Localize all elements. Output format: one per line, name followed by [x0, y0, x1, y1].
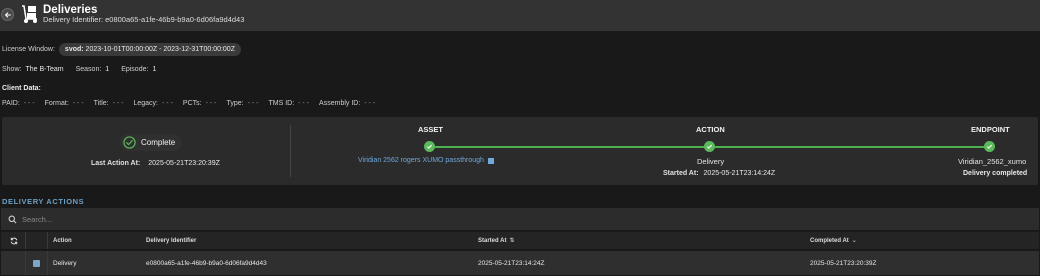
- column-divider: [25, 251, 26, 275]
- client-field-type: Type: - - -: [226, 100, 258, 107]
- client-field-label: Type:: [226, 100, 244, 107]
- sort-icon[interactable]: ⇅: [509, 237, 514, 244]
- season-value: 1: [105, 66, 110, 73]
- action-name: Delivery: [697, 157, 725, 166]
- column-header-action[interactable]: Action: [53, 232, 72, 249]
- endpoint-status: Delivery completed: [963, 170, 1028, 177]
- client-field-format: Format: - - -: [45, 100, 84, 107]
- search-icon: [8, 215, 17, 223]
- external-link-icon[interactable]: [487, 157, 494, 164]
- column-divider: [25, 232, 26, 249]
- client-field-label: Format:: [44, 100, 69, 107]
- column-header-completed-at-label: Completed At: [810, 237, 849, 244]
- asset-link-label: Viridian 2562 rogers XUMO passthrough: [358, 157, 484, 164]
- client-field-pcts: PCTs: - - -: [183, 100, 217, 107]
- license-window-row: License Window: svod: 2023-10-01T00:00:0…: [2, 42, 241, 56]
- client-field-label: Legacy:: [133, 100, 159, 107]
- refresh-button[interactable]: [10, 232, 18, 249]
- check-icon: [986, 144, 993, 149]
- table-row[interactable]: Delivery e0800a65-a1fe-46b9-b9a0-6d06fa9…: [1, 251, 1039, 275]
- column-divider: [47, 232, 48, 249]
- client-field-assembly-id: Assembly ID: - - -: [319, 100, 375, 107]
- client-field-value: - - -: [23, 100, 35, 107]
- row-delivery-identifier: e0800a65-a1fe-46b9-b9a0-6d06fa9d4d43: [146, 259, 267, 267]
- column-header-started-at-label: Started At: [478, 237, 507, 244]
- delivery-status-panel: Complete Last Action At: 2025-05-21T23:2…: [2, 117, 1038, 185]
- column-divider: [47, 251, 48, 275]
- client-field-title: Title: - - -: [94, 100, 124, 107]
- client-field-label: Title:: [93, 100, 109, 107]
- asset-link[interactable]: Viridian 2562 rogers XUMO passthrough: [358, 157, 494, 164]
- back-button[interactable]: [1, 8, 14, 21]
- app-header: Deliveries Delivery Identifier: e0800a65…: [0, 0, 1040, 31]
- show-value: The B-Team: [25, 66, 64, 73]
- show-info-row: Show: The B-Team Season: 1 Episode: 1: [2, 66, 156, 73]
- started-at-value: 2025-05-21T23:14:24Z: [703, 170, 776, 177]
- delivery-dolly-icon: [22, 5, 37, 23]
- panel-divider: [290, 125, 291, 177]
- check-icon: [426, 144, 433, 149]
- endpoint-complete-node: [984, 141, 995, 152]
- row-action: Delivery: [53, 259, 77, 267]
- column-header-started-at[interactable]: Started At ⇅: [478, 232, 514, 249]
- row-started-at: 2025-05-21T23:14:24Z: [478, 259, 545, 267]
- client-field-tms-id: TMS ID: - - -: [268, 100, 309, 107]
- status-badge-label: Complete: [141, 138, 176, 147]
- table-header: Action Delivery Identifier Started At ⇅ …: [1, 232, 1039, 249]
- last-action-value: 2025-05-21T23:20:39Z: [148, 160, 220, 167]
- client-field-value: - - -: [364, 100, 376, 107]
- license-range: 2023-10-01T00:00:00Z - 2023-12-31T00:00:…: [85, 45, 235, 53]
- episode-value: 1: [152, 66, 157, 73]
- started-at-label: Started At:: [663, 170, 699, 177]
- refresh-icon: [10, 237, 18, 244]
- license-window-chip: svod: 2023-10-01T00:00:00Z - 2023-12-31T…: [58, 42, 241, 56]
- asset-complete-node: [424, 141, 435, 152]
- checkbox-icon: [33, 259, 40, 267]
- client-field-value: - - -: [112, 100, 124, 107]
- season-label: Season:: [75, 66, 102, 73]
- client-field-value: - - -: [298, 100, 310, 107]
- sort-descending-icon[interactable]: ⌄: [852, 237, 857, 244]
- asset-stage-title: ASSET: [418, 125, 444, 134]
- search-input[interactable]: [22, 214, 422, 224]
- client-field-value: - - -: [72, 100, 84, 107]
- episode-label: Episode:: [121, 66, 149, 73]
- client-field-label: Assembly ID:: [319, 100, 361, 107]
- client-field-label: PCTs:: [182, 100, 202, 107]
- client-field-label: TMS ID:: [268, 100, 295, 107]
- delivery-actions-heading: DELIVERY ACTIONS: [2, 197, 85, 206]
- last-action-row: Last Action At: 2025-05-21T23:20:39Z: [91, 160, 220, 167]
- show-label: Show:: [2, 66, 22, 73]
- client-field-value: - - -: [205, 100, 217, 107]
- search-bar: [1, 208, 1039, 230]
- client-field-value: - - -: [247, 100, 259, 107]
- client-field-label: PAID:: [2, 100, 20, 107]
- column-header-completed-at[interactable]: Completed At ⌄: [810, 232, 857, 249]
- row-completed-at: 2025-05-21T23:20:39Z: [810, 259, 877, 267]
- row-select-checkbox[interactable]: [33, 251, 40, 275]
- client-field-legacy: Legacy: - - -: [133, 100, 172, 107]
- license-type: svod:: [64, 45, 84, 53]
- status-badge: Complete: [120, 134, 183, 151]
- last-action-label: Last Action At:: [91, 160, 141, 167]
- check-circle-icon: [123, 136, 136, 149]
- client-data-row: PAID: - - - Format: - - - Title: - - - L…: [2, 100, 385, 107]
- action-stage-title: ACTION: [696, 125, 725, 134]
- client-field-paid: PAID: - - -: [2, 100, 35, 107]
- license-window-label: License Window:: [2, 45, 55, 53]
- column-header-delivery-identifier[interactable]: Delivery Identifier: [146, 232, 196, 249]
- arrow-left-icon: [4, 11, 11, 18]
- action-started-row: Started At: 2025-05-21T23:14:24Z: [663, 170, 775, 177]
- delivery-actions-table: Action Delivery Identifier Started At ⇅ …: [1, 232, 1039, 275]
- action-complete-node: [704, 141, 715, 152]
- endpoint-stage-title: ENDPOINT: [971, 125, 1010, 134]
- client-field-value: - - -: [162, 100, 173, 107]
- client-data-heading: Client Data:: [2, 85, 41, 92]
- endpoint-name: Viridian_2562_xumo: [958, 157, 1027, 166]
- check-icon: [706, 144, 713, 149]
- delivery-identifier: Delivery Identifier: e0800a65-a1fe-46b9-…: [43, 15, 245, 24]
